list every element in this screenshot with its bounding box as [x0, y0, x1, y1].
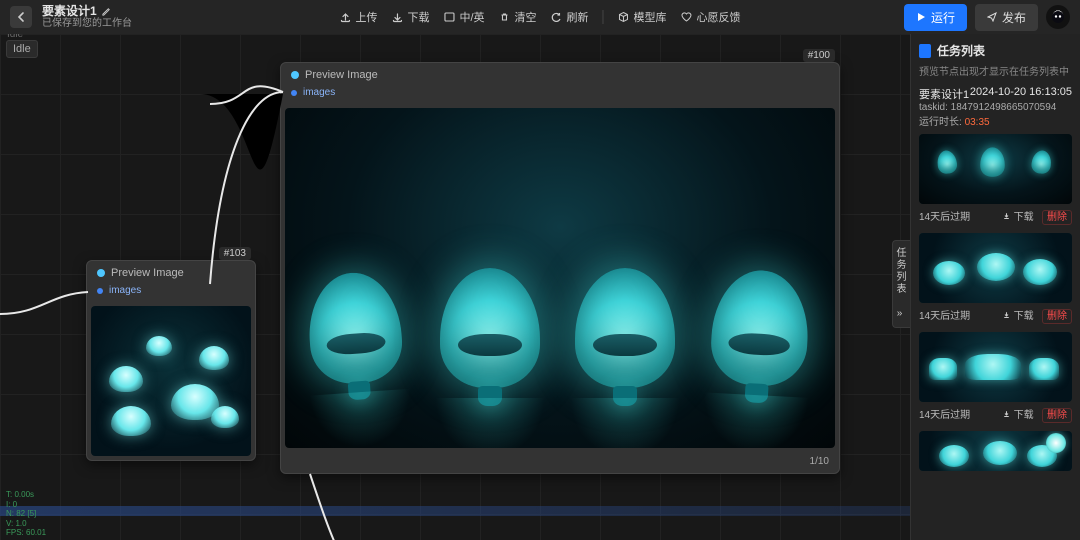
expire-label: 14天后过期 [919, 406, 970, 421]
task-duration: 03:35 [965, 117, 990, 128]
title-block: 要素设计1 已保存到您的工作台 [42, 5, 132, 29]
download-result-button[interactable]: 下载 [1002, 208, 1034, 223]
thumbnail-actions: 14天后过期 下载 删除 [919, 406, 1072, 421]
language-icon [443, 11, 455, 23]
lang-toggle-button[interactable]: 中/英 [443, 9, 484, 25]
delete-result-button[interactable]: 删除 [1042, 408, 1072, 423]
panel-title: 任务列表 [919, 42, 1072, 59]
task-meta: 要素设计1 2024-10-20 16:13:05 taskid: 184791… [919, 86, 1072, 128]
status-chip: Idle Idle [6, 40, 38, 58]
delete-result-button[interactable]: 删除 [1042, 210, 1072, 225]
top-toolbar: 上传 下载 中/英 清空 刷新 模型库 心愿反馈 [339, 9, 740, 25]
thumbnail-actions: 14天后过期 下载 删除 [919, 307, 1072, 322]
expire-label: 14天后过期 [919, 307, 970, 322]
back-button[interactable] [10, 6, 32, 28]
cube-icon [618, 11, 630, 23]
result-thumbnail[interactable] [919, 233, 1072, 303]
port-dot-icon [97, 288, 103, 294]
task-name: 要素设计1 [919, 86, 969, 102]
node-header[interactable]: Preview Image [87, 261, 255, 285]
download-icon [1002, 409, 1011, 418]
result-thumbnail[interactable] [919, 431, 1072, 471]
robot-icon [1051, 10, 1065, 24]
send-icon [987, 12, 997, 22]
perf-stats: T: 0.00s I: 0 N: 82 [5] V: 1.0 FPS: 60.0… [6, 490, 46, 538]
download-result-button[interactable]: 下载 [1002, 307, 1034, 322]
timeline-bar[interactable] [0, 506, 910, 516]
page-indicator: 1/10 [281, 452, 839, 473]
app-header: 要素设计1 已保存到您的工作台 上传 下载 中/英 清空 刷新 模型库 [0, 0, 1080, 34]
toolbar-separator [603, 10, 604, 24]
panel-note: 预览节点出现才显示在任务列表中 [919, 63, 1072, 78]
download-result-button[interactable]: 下载 [1002, 406, 1034, 421]
mascot-icon [1046, 433, 1066, 453]
play-icon [916, 12, 926, 22]
node-header[interactable]: Preview Image [281, 63, 839, 87]
task-panel-toggle[interactable]: 任务列表 » [892, 240, 910, 328]
run-button[interactable]: 运行 [904, 4, 967, 31]
download-button[interactable]: 下载 [391, 9, 429, 25]
upload-button[interactable]: 上传 [339, 9, 377, 25]
node-id-badge: #100 [803, 49, 835, 62]
download-icon [1002, 211, 1011, 220]
task-id: taskid: 1847912498665070594 [919, 102, 1072, 113]
task-list-panel: 任务列表 预览节点出现才显示在任务列表中 要素设计1 2024-10-20 16… [910, 34, 1080, 540]
workspace-title: 要素设计1 [42, 5, 97, 18]
user-avatar[interactable] [1046, 5, 1070, 29]
refresh-icon [551, 11, 563, 23]
model-library-button[interactable]: 模型库 [618, 9, 667, 25]
port-dot-icon [291, 90, 297, 96]
result-thumbnail[interactable] [919, 134, 1072, 204]
task-timestamp: 2024-10-20 16:13:05 [970, 86, 1072, 102]
feedback-button[interactable]: 心愿反馈 [681, 9, 741, 25]
node-id-badge: #103 [219, 247, 251, 260]
clear-button[interactable]: 清空 [499, 9, 537, 25]
header-right: 运行 发布 [904, 4, 1070, 31]
node-canvas[interactable]: Idle Idle #103 Preview Image images [0, 34, 910, 540]
refresh-button[interactable]: 刷新 [551, 9, 589, 25]
preview-node-small[interactable]: #103 Preview Image images [86, 260, 256, 461]
publish-button[interactable]: 发布 [975, 4, 1038, 31]
node-status-dot [291, 71, 299, 79]
list-icon [919, 44, 931, 58]
input-port-images[interactable]: images [87, 285, 255, 302]
upload-icon [339, 11, 351, 23]
preview-thumbnail[interactable] [91, 306, 251, 456]
thumbnail-actions: 14天后过期 下载 删除 [919, 208, 1072, 223]
save-status: 已保存到您的工作台 [42, 18, 132, 29]
heart-icon [681, 11, 693, 23]
preview-node-large[interactable]: #100 Preview Image images x [280, 62, 840, 474]
trash-icon [499, 11, 511, 23]
node-status-dot [97, 269, 105, 277]
download-icon [391, 11, 403, 23]
expire-label: 14天后过期 [919, 208, 970, 223]
preview-image[interactable]: x [285, 108, 835, 448]
edit-icon[interactable] [101, 6, 112, 17]
download-icon [1002, 310, 1011, 319]
input-port-images[interactable]: images [281, 87, 839, 104]
result-thumbnail[interactable] [919, 332, 1072, 402]
delete-result-button[interactable]: 删除 [1042, 309, 1072, 324]
